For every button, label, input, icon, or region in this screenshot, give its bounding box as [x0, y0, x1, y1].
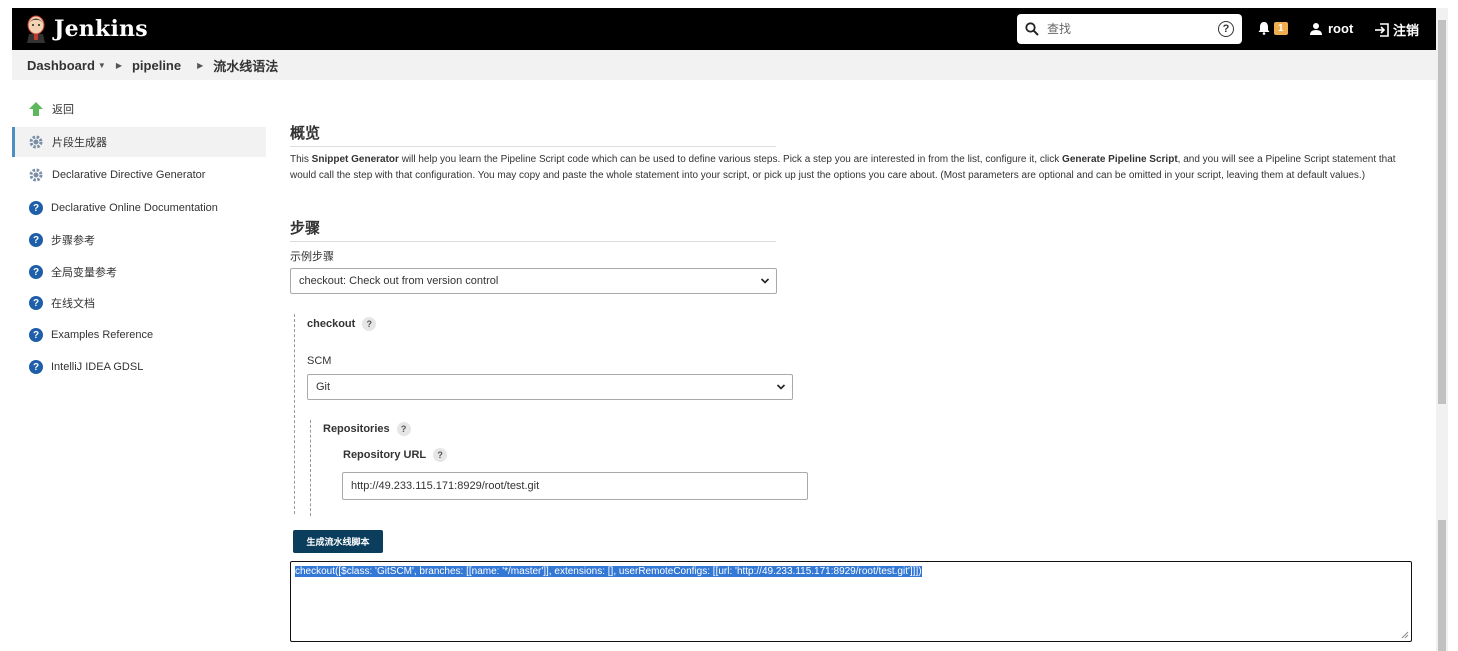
pipeline-script-output[interactable]: checkout([$class: 'GitSCM', branches: [[…	[290, 561, 1412, 642]
resize-handle-icon[interactable]	[1401, 631, 1409, 639]
overview-description: This Snippet Generator will help you lea…	[290, 154, 1396, 181]
help-icon: ?	[29, 265, 43, 279]
repository-url-label: Repository URL ?	[343, 448, 448, 462]
sidebar-item-label: 在线文档	[51, 298, 95, 310]
page: Jenkins ? 1 root	[0, 0, 1458, 651]
sidebar-item-step-reference[interactable]: ? 步骤参考	[12, 225, 266, 255]
logout-icon	[1375, 22, 1389, 37]
output-text: checkout([$class: 'GitSCM', branches: [[…	[295, 566, 922, 577]
sidebar-item-label: 片段生成器	[52, 137, 107, 149]
search-box: ?	[1017, 14, 1242, 44]
help-icon: ?	[29, 201, 43, 215]
scm-value: Git	[316, 381, 331, 393]
sample-step-label: 示例步骤	[290, 251, 334, 263]
help-icon: ?	[29, 328, 43, 342]
sidebar-item-examples-reference[interactable]: ? Examples Reference	[12, 320, 266, 350]
help-icon: ?	[29, 296, 43, 310]
sidebar-item-global-variable-reference[interactable]: ? 全局变量参考	[12, 257, 266, 287]
user-name: root	[1328, 21, 1354, 36]
repository-url-help-icon[interactable]: ?	[433, 448, 448, 462]
scrollbar-thumb[interactable]	[1438, 20, 1446, 404]
scm-label: SCM	[307, 355, 332, 367]
checkout-config-border	[294, 314, 295, 514]
breadcrumb: Dashboard ▼ ▶ pipeline ▶ 流水线语法	[12, 50, 1436, 80]
sidebar-item-label: Examples Reference	[51, 329, 154, 341]
scm-select[interactable]: Git	[307, 374, 793, 400]
sidebar-item-label: 步骤参考	[51, 235, 95, 247]
sidebar-item-label: Declarative Directive Generator	[52, 169, 206, 181]
user-menu[interactable]: root	[1309, 21, 1353, 36]
jenkins-butler-icon	[27, 15, 45, 43]
sidebar: 返回 片段生成器 Declarative Directive Generator…	[12, 80, 266, 651]
checkout-label: checkout ?	[307, 317, 377, 331]
repositories-label: Repositories ?	[323, 422, 411, 436]
brand-name: Jenkins	[54, 16, 148, 42]
chevron-down-icon	[760, 278, 770, 284]
sample-step-select[interactable]: checkout: Check out from version control	[290, 268, 777, 294]
sidebar-item-declarative-directive-generator[interactable]: Declarative Directive Generator	[12, 160, 266, 190]
overview-heading: 概览	[290, 122, 776, 147]
gear-icon	[28, 167, 44, 183]
repositories-help-icon[interactable]: ?	[396, 422, 411, 436]
dashboard-dropdown-icon[interactable]: ▼	[98, 61, 106, 70]
steps-heading: 步骤	[290, 217, 776, 242]
sidebar-item-intellij-gdsl[interactable]: ? IntelliJ IDEA GDSL	[12, 352, 266, 382]
sample-step-value: checkout: Check out from version control	[299, 275, 499, 287]
help-icon: ?	[29, 360, 43, 374]
search-help-icon[interactable]: ?	[1218, 21, 1234, 37]
user-icon	[1310, 22, 1322, 35]
sidebar-item-snippet-generator[interactable]: 片段生成器	[12, 127, 266, 157]
main-content: 概览 This Snippet Generator will help you …	[266, 80, 1436, 651]
help-icon: ?	[29, 233, 43, 247]
sidebar-item-label: 全局变量参考	[51, 267, 117, 279]
sidebar-item-back[interactable]: 返回	[12, 94, 266, 124]
checkout-help-icon[interactable]: ?	[362, 317, 377, 331]
breadcrumb-current: 流水线语法	[213, 58, 279, 74]
repository-url-input[interactable]	[342, 472, 808, 500]
repositories-border	[310, 420, 311, 516]
scrollbar-thumb[interactable]	[1438, 520, 1446, 651]
sidebar-item-label: Declarative Online Documentation	[51, 202, 218, 214]
chevron-down-icon	[776, 384, 786, 390]
sidebar-item-declarative-online-documentation[interactable]: ? Declarative Online Documentation	[12, 193, 266, 223]
breadcrumb-pipeline[interactable]: pipeline	[132, 58, 181, 73]
breadcrumb-separator-icon: ▶	[115, 60, 122, 70]
logout-link[interactable]: 注销	[1374, 20, 1419, 39]
gear-icon	[28, 134, 44, 150]
sidebar-item-label: 返回	[52, 104, 74, 116]
generate-pipeline-script-button[interactable]: 生成流水线脚本	[293, 530, 383, 553]
notifications[interactable]: 1	[1257, 21, 1288, 35]
notification-badge: 1	[1274, 21, 1288, 35]
top-bar: Jenkins ? 1 root	[12, 8, 1436, 50]
sidebar-item-online-docs[interactable]: ? 在线文档	[12, 288, 266, 318]
search-icon	[1025, 22, 1039, 36]
page-scrollbar[interactable]	[1436, 8, 1448, 651]
breadcrumb-dashboard[interactable]: Dashboard	[27, 58, 95, 73]
breadcrumb-separator-icon: ▶	[197, 60, 204, 70]
sidebar-item-label: IntelliJ IDEA GDSL	[51, 361, 144, 373]
up-arrow-icon	[28, 101, 44, 117]
bell-icon	[1258, 22, 1270, 35]
search-input[interactable]	[1047, 22, 1218, 36]
jenkins-logo[interactable]: Jenkins	[24, 15, 148, 43]
logout-label: 注销	[1393, 23, 1420, 38]
